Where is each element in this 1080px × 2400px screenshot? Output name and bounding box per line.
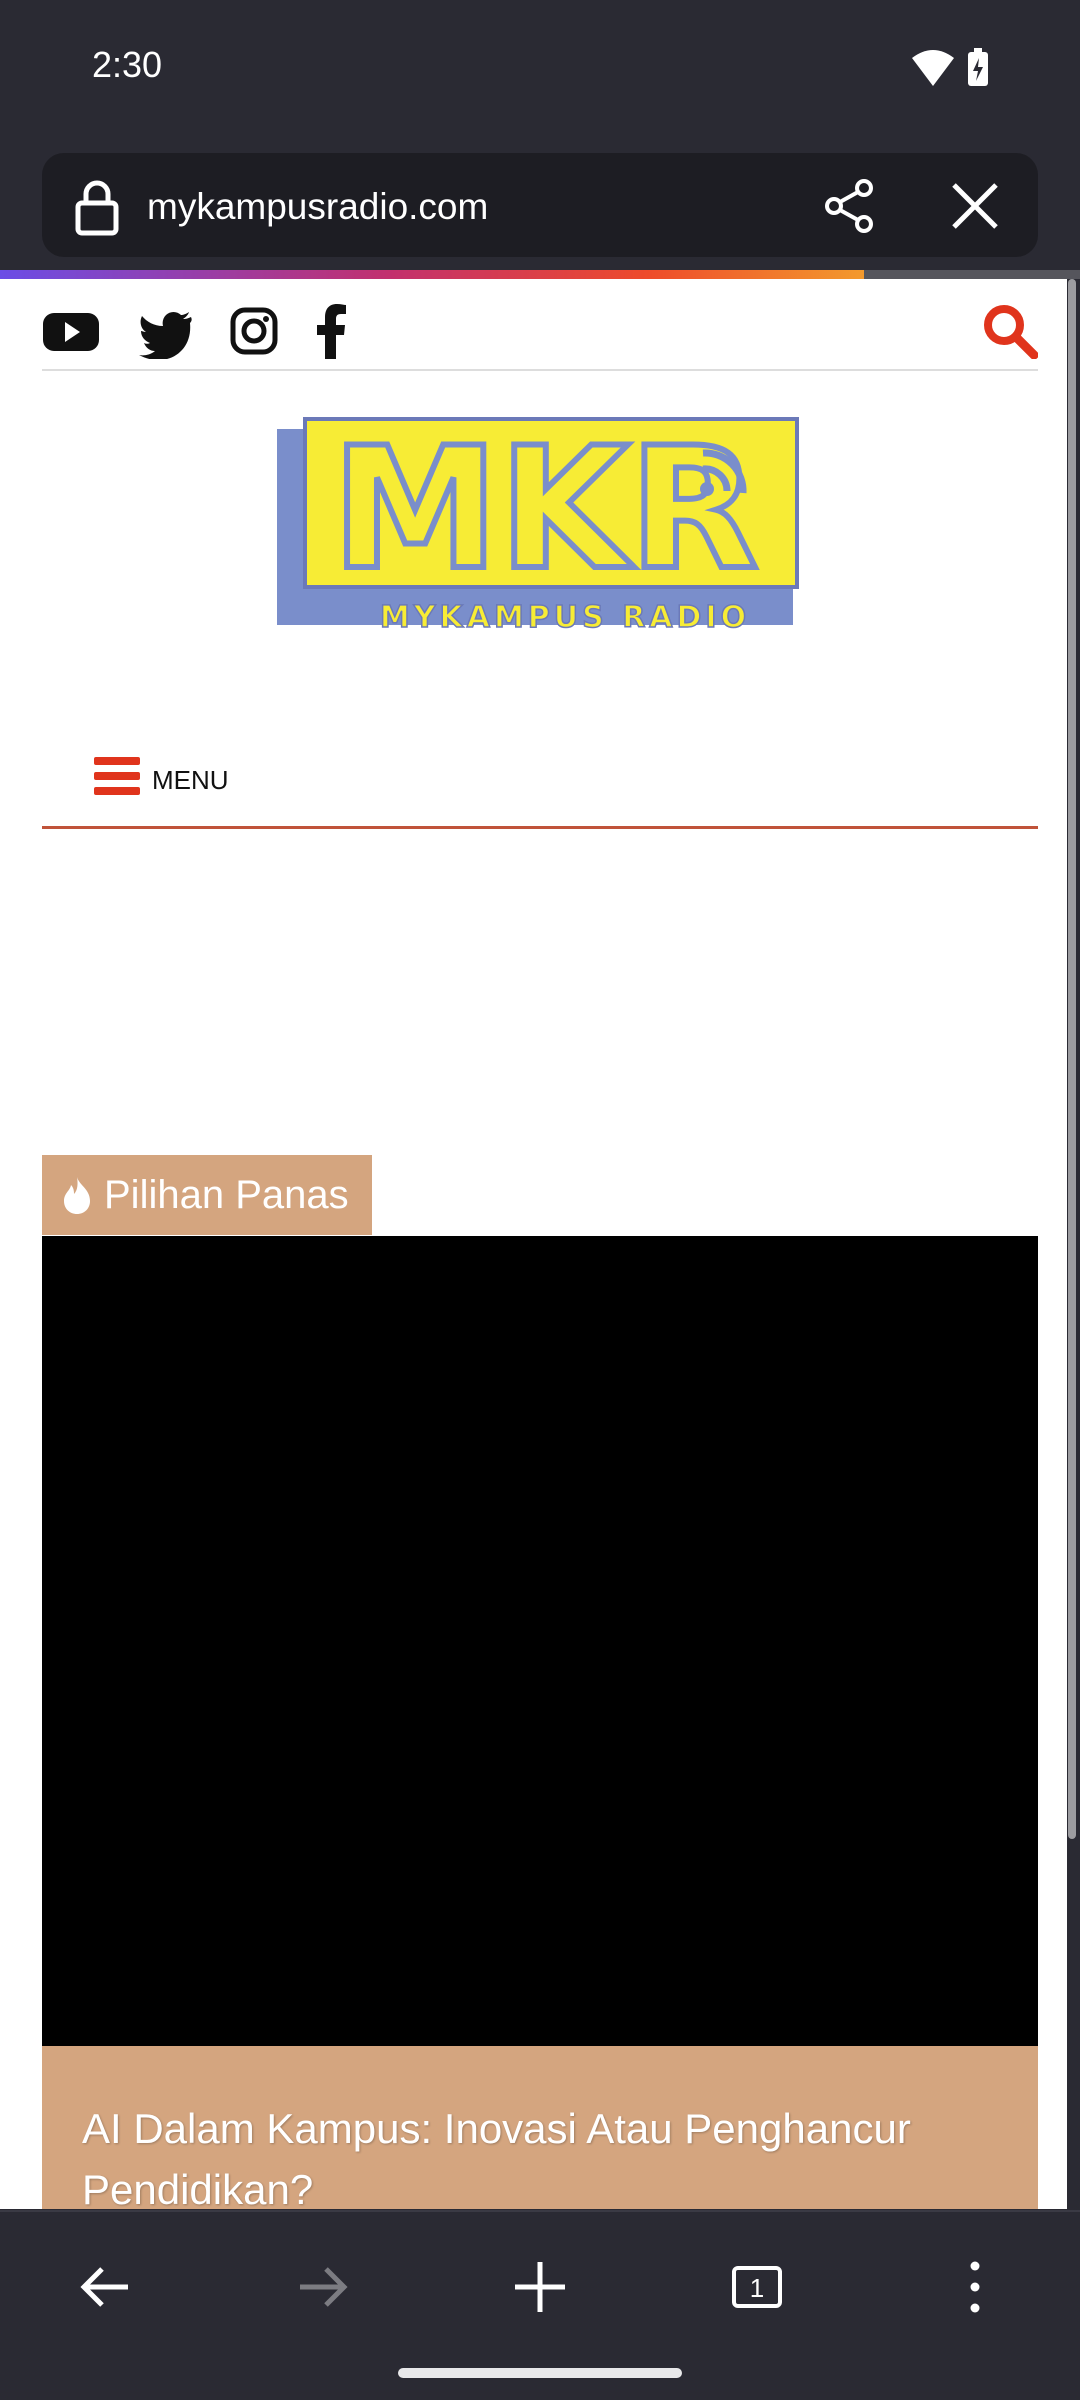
wifi-icon xyxy=(912,50,954,86)
twitter-icon[interactable] xyxy=(139,303,193,361)
tab-counter-icon[interactable]: 1 xyxy=(722,2252,792,2322)
youtube-icon[interactable] xyxy=(42,303,100,359)
article-card[interactable]: AI Dalam Kampus: Inovasi Atau Penghancur… xyxy=(42,2046,1038,2209)
new-tab-plus-icon[interactable] xyxy=(505,2252,575,2322)
logo-text: MYKAMPUS RADIO xyxy=(380,600,750,635)
hamburger-icon[interactable] xyxy=(94,757,140,799)
hot-picks-label: Pilihan Panas xyxy=(104,1173,349,1217)
facebook-icon[interactable] xyxy=(314,303,348,359)
main-menu-bar[interactable]: MENU xyxy=(42,729,1038,829)
status-bar: 2:30 xyxy=(0,0,1080,136)
lock-icon xyxy=(75,180,119,236)
gesture-handle[interactable] xyxy=(398,2368,682,2378)
menu-label[interactable]: MENU xyxy=(152,765,229,796)
forward-arrow-icon[interactable] xyxy=(288,2252,358,2322)
status-time: 2:30 xyxy=(92,44,163,85)
logo-mark: MKR xyxy=(332,417,759,607)
tab-count: 1 xyxy=(750,2273,764,2303)
article-title[interactable]: AI Dalam Kampus: Inovasi Atau Penghancur… xyxy=(82,2098,1022,2209)
more-menu-icon[interactable] xyxy=(940,2252,1010,2322)
instagram-icon[interactable] xyxy=(230,303,278,359)
browser-toolbar: 1 xyxy=(0,2210,1080,2400)
back-arrow-icon[interactable] xyxy=(70,2252,140,2322)
url-text[interactable]: mykampusradio.com xyxy=(147,186,488,228)
search-icon[interactable] xyxy=(982,303,1038,359)
page-load-progress xyxy=(0,270,1080,279)
page-load-progress-fill xyxy=(0,270,864,279)
battery-charging-icon xyxy=(968,48,988,86)
page-scrollbar[interactable] xyxy=(1068,279,1076,1839)
url-bar[interactable]: mykampusradio.com xyxy=(42,153,1038,257)
fire-icon xyxy=(64,1177,90,1214)
social-links xyxy=(42,303,1038,371)
hot-picks-tab: Pilihan Panas xyxy=(42,1155,372,1235)
close-icon[interactable] xyxy=(950,181,1000,231)
site-logo[interactable]: MKR MYKAMPUS RADIO xyxy=(275,408,805,653)
web-page: MKR MYKAMPUS RADIO MENU Pilihan Panas AI… xyxy=(0,279,1067,2209)
share-icon[interactable] xyxy=(822,178,878,234)
featured-media[interactable] xyxy=(42,1236,1038,2046)
